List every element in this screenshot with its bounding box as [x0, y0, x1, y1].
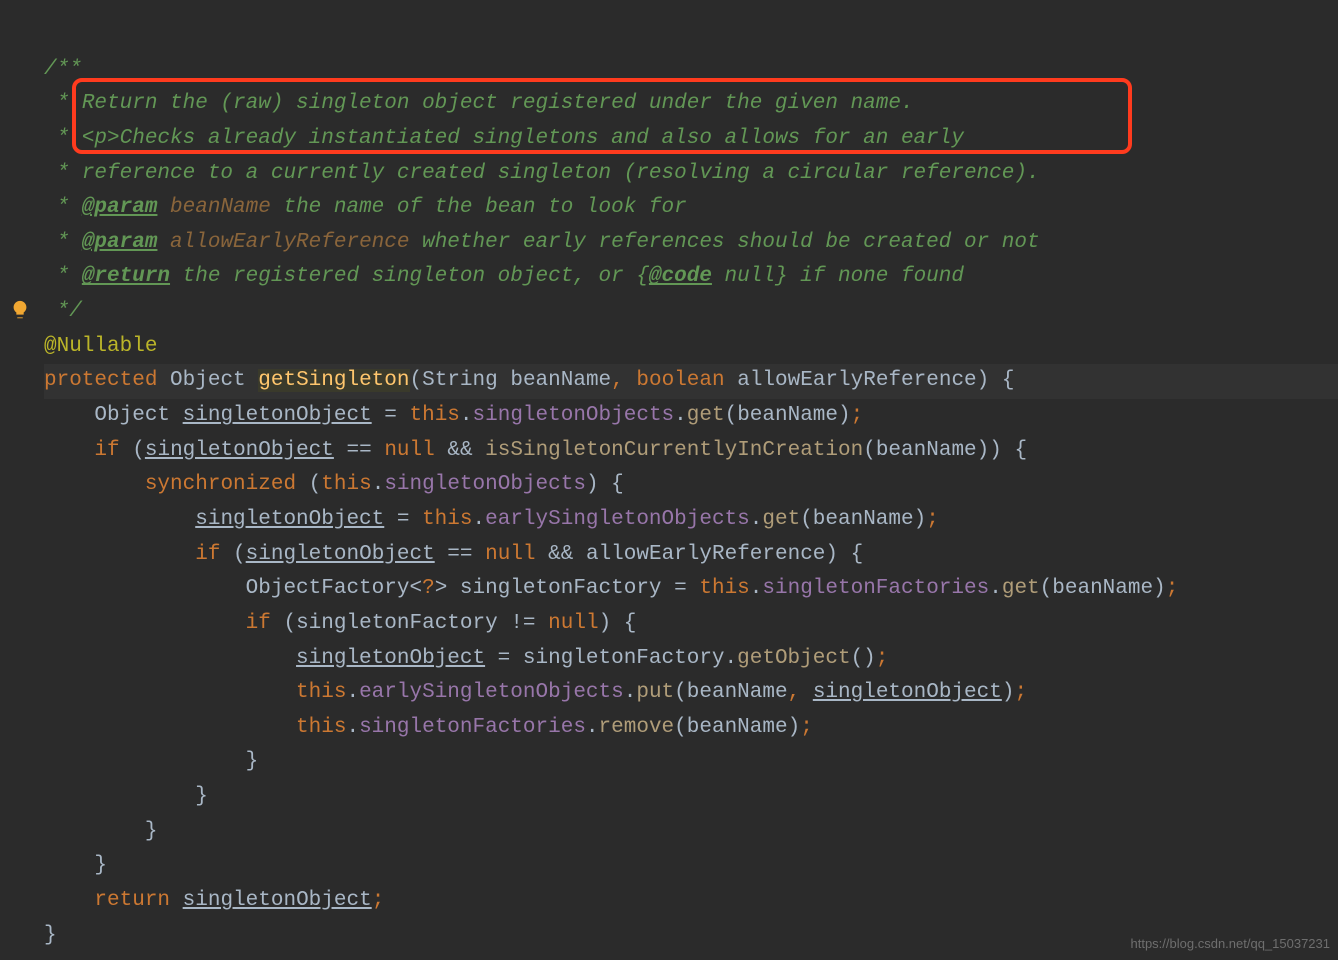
- javadoc-close: */: [44, 300, 82, 323]
- code-line: Object singletonObject = this.singletonO…: [44, 404, 863, 427]
- code-editor[interactable]: /** * Return the (raw) singleton object …: [0, 0, 1338, 953]
- code-line: this.earlySingletonObjects.put(beanName,…: [44, 681, 1027, 704]
- method-signature-line: protected Object getSingleton(String bea…: [44, 364, 1338, 399]
- javadoc-line: * reference to a currently created singl…: [44, 162, 1040, 185]
- javadoc-param-line: * @param allowEarlyReference whether ear…: [44, 231, 1040, 254]
- code-line: if (singletonObject == null && allowEarl…: [44, 543, 863, 566]
- javadoc-return-line: * @return the registered singleton objec…: [44, 265, 964, 288]
- code-line: }: [44, 820, 157, 843]
- code-line: }: [44, 785, 208, 808]
- javadoc-open: /**: [44, 58, 82, 81]
- code-line: singletonObject = singletonFactory.getOb…: [44, 647, 888, 670]
- javadoc-line: * <p>Checks already instantiated singlet…: [44, 127, 964, 150]
- code-line: return singletonObject;: [44, 889, 384, 912]
- code-line: if (singletonObject == null && isSinglet…: [44, 439, 1027, 462]
- code-line: }: [44, 854, 107, 877]
- code-line: if (singletonFactory != null) {: [44, 612, 636, 635]
- javadoc-line: * Return the (raw) singleton object regi…: [44, 92, 914, 115]
- code-line: singletonObject = this.earlySingletonObj…: [44, 508, 939, 531]
- annotation-nullable: @Nullable: [44, 335, 157, 358]
- code-line: ObjectFactory<?> singletonFactory = this…: [44, 577, 1178, 600]
- javadoc-param-line: * @param beanName the name of the bean t…: [44, 196, 687, 219]
- code-line: }: [44, 924, 57, 947]
- code-line: }: [44, 750, 258, 773]
- watermark-text: https://blog.csdn.net/qq_15037231: [1131, 933, 1331, 954]
- code-line: synchronized (this.singletonObjects) {: [44, 473, 624, 496]
- code-line: this.singletonFactories.remove(beanName)…: [44, 716, 813, 739]
- lightbulb-icon[interactable]: [8, 298, 32, 322]
